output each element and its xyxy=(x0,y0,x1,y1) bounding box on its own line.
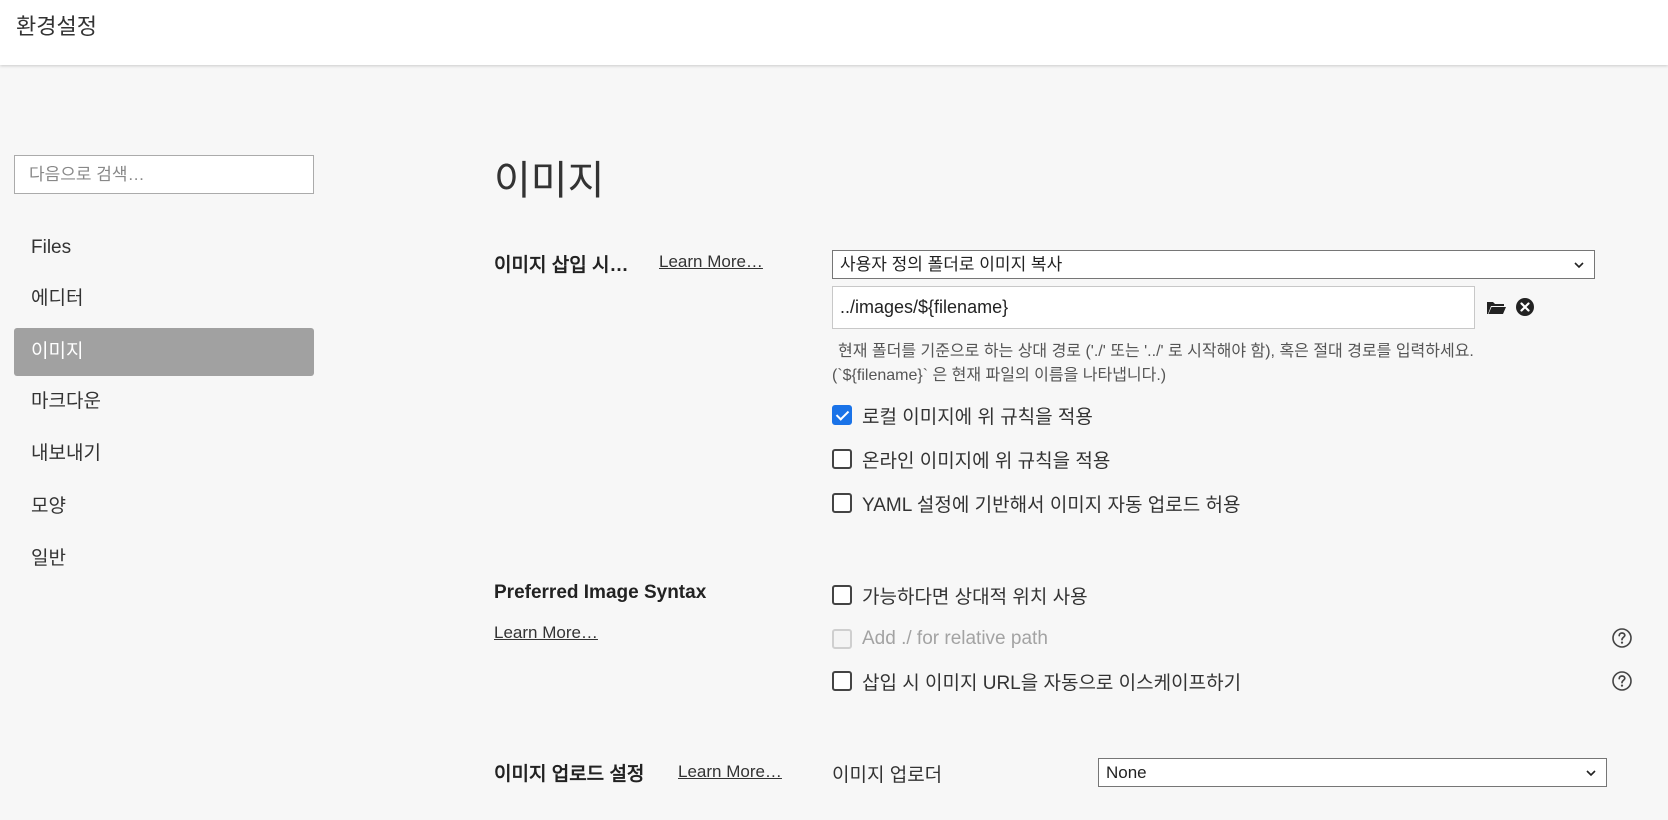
apply-local-label: 로컬 이미지에 위 규칙을 적용 xyxy=(862,406,1093,428)
option-escape-url: 삽입 시 이미지 URL을 자동으로 이스케이프하기 xyxy=(832,668,1241,694)
help-icon[interactable] xyxy=(1611,670,1633,692)
option-apply-local: 로컬 이미지에 위 규칙을 적용 xyxy=(832,402,1093,428)
uploader-select[interactable]: None xyxy=(1098,758,1607,787)
relative-position-label: 가능하다면 상대적 위치 사용 xyxy=(862,586,1088,608)
nav-item-export[interactable]: 내보내기 xyxy=(14,430,314,478)
path-hint-line1: 현재 폴더를 기준으로 하는 상대 경로 ('./' 또는 '../' 로 시작… xyxy=(838,343,1474,360)
upload-learn-more-link[interactable]: Learn More… xyxy=(678,762,782,782)
clear-icon[interactable] xyxy=(1514,296,1536,318)
chevron-down-icon xyxy=(1574,262,1584,269)
option-yaml-upload: YAML 설정에 기반해서 이미지 자동 업로드 허용 xyxy=(832,490,1240,516)
apply-online-checkbox[interactable] xyxy=(832,449,852,469)
nav-item-markdown[interactable]: 마크다운 xyxy=(14,378,314,426)
insert-section-label: 이미지 삽입 시… xyxy=(494,255,629,276)
option-relative-position: 가능하다면 상대적 위치 사용 xyxy=(832,582,1088,608)
nav-item-image[interactable]: 이미지 xyxy=(14,328,314,376)
nav-item-appearance[interactable]: 모양 xyxy=(14,483,314,531)
nav-item-files[interactable]: Files xyxy=(14,224,314,272)
image-folder-path-input[interactable]: ../images/${filename} xyxy=(832,286,1475,329)
insert-action-select[interactable]: 사용자 정의 폴더로 이미지 복사 xyxy=(832,250,1595,279)
insert-action-value: 사용자 정의 폴더로 이미지 복사 xyxy=(840,255,1063,274)
uploader-label: 이미지 업로더 xyxy=(832,765,943,786)
folder-icon[interactable] xyxy=(1485,296,1507,318)
yaml-upload-label: YAML 설정에 기반해서 이미지 자동 업로드 허용 xyxy=(862,494,1241,516)
nav-item-general[interactable]: 일반 xyxy=(14,535,314,583)
escape-url-label: 삽입 시 이미지 URL을 자동으로 이스케이프하기 xyxy=(862,672,1242,694)
option-apply-online: 온라인 이미지에 위 규칙을 적용 xyxy=(832,446,1110,472)
option-add-dot-slash: Add ./ for relative path xyxy=(832,626,1048,652)
apply-online-label: 온라인 이미지에 위 규칙을 적용 xyxy=(862,450,1111,472)
window-title: 환경설정 xyxy=(16,14,97,39)
insert-learn-more-link[interactable]: Learn More… xyxy=(659,252,763,272)
upload-section-label: 이미지 업로드 설정 xyxy=(494,764,645,785)
add-dot-slash-label: Add ./ for relative path xyxy=(862,628,1048,649)
nav-item-editor[interactable]: 에디터 xyxy=(14,275,314,323)
chevron-down-icon xyxy=(1586,770,1596,777)
add-dot-slash-checkbox xyxy=(832,629,852,649)
syntax-section-label: Preferred Image Syntax xyxy=(494,582,707,603)
title-bar: 환경설정 xyxy=(0,0,1668,65)
apply-local-checkbox[interactable] xyxy=(832,405,852,425)
page-title: 이미지 xyxy=(494,159,605,203)
settings-search-input[interactable] xyxy=(14,155,314,194)
path-hint-line2: (`${filename}` 은 현재 파일의 이름을 나타냅니다.) xyxy=(832,367,1167,384)
syntax-learn-more-link[interactable]: Learn More… xyxy=(494,623,598,643)
help-icon[interactable] xyxy=(1611,627,1633,649)
relative-position-checkbox[interactable] xyxy=(832,585,852,605)
escape-url-checkbox[interactable] xyxy=(832,671,852,691)
yaml-upload-checkbox[interactable] xyxy=(832,493,852,513)
uploader-value: None xyxy=(1106,763,1147,782)
